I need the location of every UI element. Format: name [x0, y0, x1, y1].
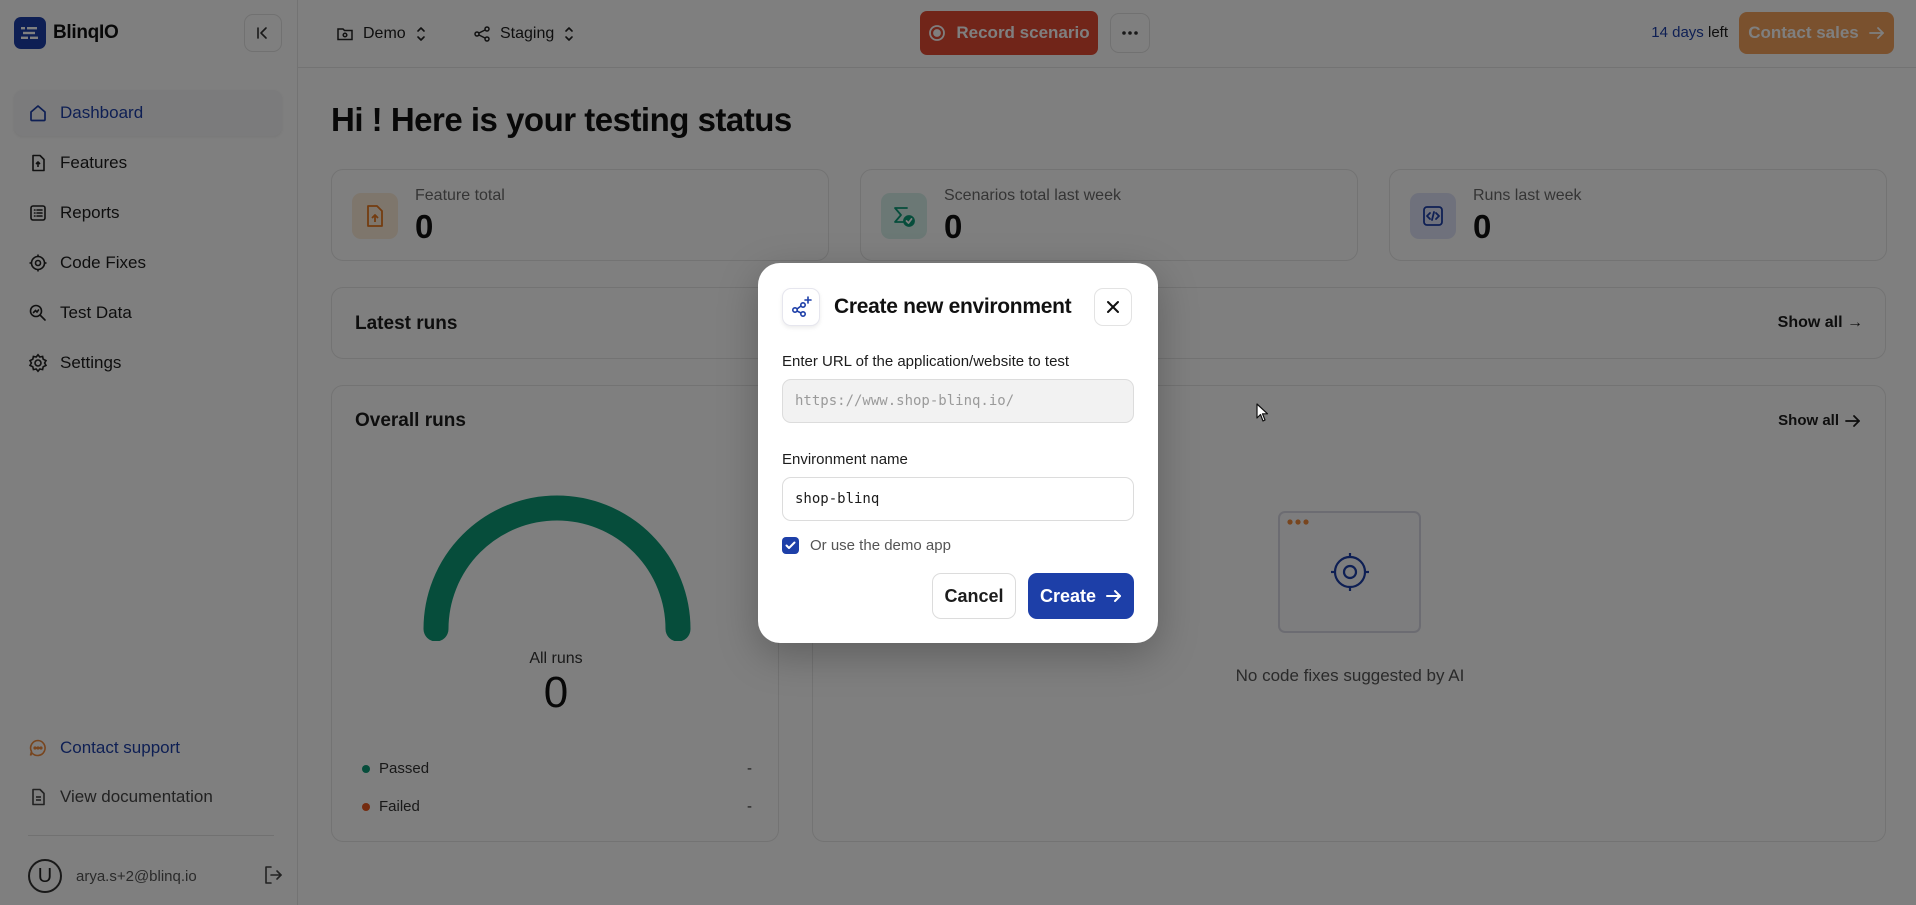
url-input[interactable]: https://www.shop-blinq.io/ [782, 379, 1134, 423]
cancel-button[interactable]: Cancel [932, 573, 1016, 619]
environment-add-icon [782, 288, 820, 326]
close-icon [1107, 301, 1119, 313]
demo-app-checkbox[interactable] [782, 537, 799, 554]
dialog-title: Create new environment [834, 295, 1072, 318]
demo-app-label: Or use the demo app [810, 537, 951, 554]
url-field-label: Enter URL of the application/website to … [782, 353, 1070, 370]
close-button[interactable] [1094, 288, 1132, 326]
create-button[interactable]: Create [1028, 573, 1134, 619]
create-button-label: Create [1039, 585, 1097, 606]
environment-name-input[interactable]: shop-blinq [782, 477, 1134, 521]
arrow-right-icon [1106, 590, 1122, 602]
app-shell: BlinqIO Dashboard Features Reports Code … [0, 0, 1916, 905]
create-environment-dialog: Create new environment Enter URL of the … [758, 263, 1158, 643]
check-icon [785, 541, 796, 549]
demo-app-option[interactable]: Or use the demo app [782, 537, 951, 554]
mouse-cursor-icon [1256, 403, 1269, 422]
environment-name-label: Environment name [782, 451, 908, 468]
